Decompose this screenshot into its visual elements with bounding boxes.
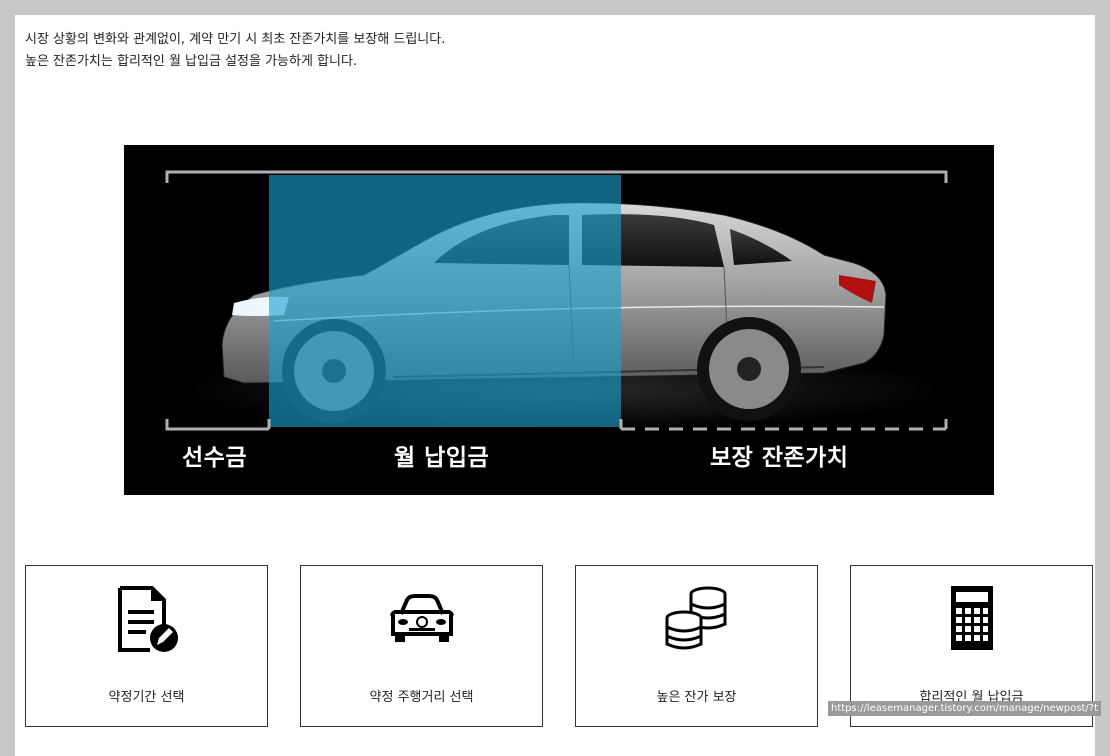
card-contract-period[interactable]: 약정기간 선택 (25, 565, 268, 727)
down-payment-label: 선수금 (182, 445, 247, 471)
card-label: 약정기간 선택 (108, 690, 185, 705)
content-page: 시장 상황의 변화와 관계없이, 계약 만기 시 최초 잔존가치를 보장해 드립… (15, 15, 1101, 756)
card-residual-guarantee[interactable]: 높은 잔가 보장 (575, 565, 818, 727)
car-icon (389, 594, 454, 642)
residual-value-banner: 선수금 월 납입금 보장 잔존가치 (124, 145, 994, 495)
coins-icon (665, 586, 726, 650)
car-illustration (165, 170, 948, 431)
guaranteed-residual-label: 보장 잔존가치 (710, 445, 849, 471)
intro-line-2: 높은 잔존가치는 합리적인 월 납입금 설정을 가능하게 합니다. (25, 54, 358, 69)
intro-line-1: 시장 상황의 변화와 관계없이, 계약 만기 시 최초 잔존가치를 보장해 드립… (25, 32, 446, 47)
card-mileage[interactable]: 약정 주행거리 선택 (300, 565, 543, 727)
rear-wheel (697, 317, 801, 421)
monthly-payment-label: 월 납입금 (394, 445, 490, 471)
document-edit-icon (117, 586, 178, 652)
intro-text: 시장 상황의 변화와 관계없이, 계약 만기 시 최초 잔존가치를 보장해 드립… (25, 29, 445, 73)
link-status-url: https://leasemanager.tistory.com/manage/… (828, 701, 1101, 716)
card-label: 높은 잔가 보장 (656, 690, 737, 705)
monthly-payment-highlight (269, 175, 621, 427)
calculator-icon (950, 586, 993, 650)
card-label: 약정 주행거리 선택 (369, 690, 474, 705)
